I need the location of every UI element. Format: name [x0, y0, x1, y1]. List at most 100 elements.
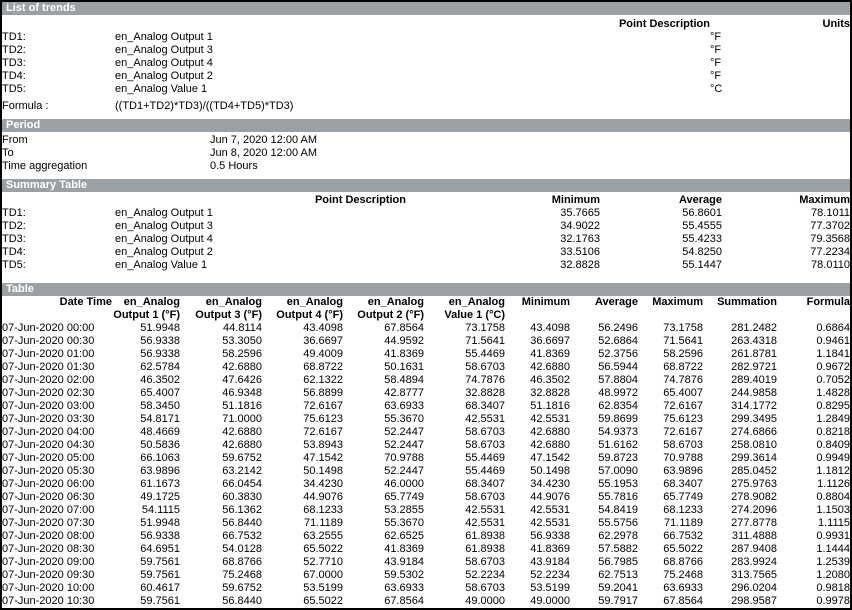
value-cell: 283.9924: [703, 556, 777, 569]
value-cell: 41.8369: [505, 348, 570, 361]
value-cell: 55.3670: [343, 413, 424, 426]
value-cell: 57.5882: [570, 543, 638, 556]
period-label: From: [2, 134, 210, 147]
value-cell: 65.5022: [262, 595, 343, 608]
value-cell: 75.6123: [638, 413, 703, 426]
value-cell: 0.9461: [777, 335, 850, 348]
summary-row: TD4:en_Analog Output 233.510654.825077.2…: [2, 246, 850, 259]
value-cell: 58.6703: [424, 439, 505, 452]
column-header-line2: Output 3 (°F): [180, 309, 262, 322]
value-cell: 68.8766: [180, 556, 262, 569]
value-cell: 314.1772: [703, 400, 777, 413]
data-table-column-header: Formula: [777, 296, 850, 322]
point-description-header: Point Description: [115, 18, 710, 31]
value-cell: 34.4230: [505, 478, 570, 491]
data-table-row: 07-Jun-2020 10:3059.756156.844065.502267…: [2, 595, 850, 608]
value-cell: 36.6697: [262, 335, 343, 348]
value-cell: 0.9931: [777, 530, 850, 543]
summary-average-value: 56.8601: [600, 207, 722, 220]
column-header-line1: Average: [570, 296, 638, 309]
data-table-column-header: Summation: [703, 296, 777, 322]
value-cell: 68.8766: [638, 556, 703, 569]
summary-minimum-value: 32.1763: [406, 233, 600, 246]
period-row: FromJun 7, 2020 12:00 AM: [2, 134, 850, 147]
value-cell: 278.9082: [703, 491, 777, 504]
value-cell: 50.1631: [343, 361, 424, 374]
value-cell: 261.8781: [703, 348, 777, 361]
datetime-cell: 07-Jun-2020 06:00: [2, 478, 112, 491]
value-cell: 1.2849: [777, 413, 850, 426]
value-cell: 289.4019: [703, 374, 777, 387]
datetime-cell: 07-Jun-2020 07:30: [2, 517, 112, 530]
trend-row: TD1:en_Analog Output 1°F: [2, 31, 850, 44]
value-cell: 1.2539: [777, 556, 850, 569]
trend-description: en_Analog Output 4: [115, 57, 710, 70]
value-cell: 54.1115: [112, 504, 180, 517]
value-cell: 66.7532: [638, 530, 703, 543]
value-cell: 56.8440: [180, 517, 262, 530]
formula-value: ((TD1+TD2)*TD3)/((TD4+TD5)*TD3): [115, 100, 850, 113]
value-cell: 66.7532: [180, 530, 262, 543]
value-cell: 63.9896: [112, 465, 180, 478]
column-header-line2: Output 1 (°F): [112, 309, 180, 322]
data-table-row: 07-Jun-2020 02:0046.350247.642662.132258…: [2, 374, 850, 387]
value-cell: 65.7749: [638, 491, 703, 504]
datetime-cell: 07-Jun-2020 04:00: [2, 426, 112, 439]
value-cell: 74.7876: [638, 374, 703, 387]
data-table-column-header: en_AnalogOutput 1 (°F): [112, 296, 180, 322]
value-cell: 56.1362: [180, 504, 262, 517]
trend-id: TD2:: [2, 220, 115, 233]
value-cell: 36.6697: [505, 335, 570, 348]
data-table-column-header: en_AnalogOutput 2 (°F): [343, 296, 424, 322]
minimum-header: Minimum: [406, 194, 600, 207]
section-header-table: Table: [2, 283, 850, 296]
section-header-list-of-trends: List of trends: [2, 2, 850, 15]
value-cell: 71.1189: [262, 517, 343, 530]
value-cell: 43.4098: [262, 322, 343, 335]
data-table-row: 07-Jun-2020 09:3059.756175.246867.000059…: [2, 569, 850, 582]
summary-minimum-value: 33.5106: [406, 246, 600, 259]
value-cell: 56.8899: [262, 387, 343, 400]
value-cell: 62.5784: [112, 361, 180, 374]
data-table-row: 07-Jun-2020 04:0048.466942.688072.616752…: [2, 426, 850, 439]
value-cell: 58.6703: [424, 361, 505, 374]
value-cell: 311.4888: [703, 530, 777, 543]
value-cell: 53.5199: [262, 582, 343, 595]
value-cell: 48.4669: [112, 426, 180, 439]
value-cell: 49.1725: [112, 491, 180, 504]
section-title-table: Table: [6, 283, 34, 295]
value-cell: 0.7052: [777, 374, 850, 387]
trend-units: °F: [710, 31, 850, 44]
value-cell: 55.4469: [424, 465, 505, 478]
value-cell: 1.1115: [777, 517, 850, 530]
formula-label: Formula :: [2, 100, 115, 113]
value-cell: 46.9348: [180, 387, 262, 400]
period-value: Jun 7, 2020 12:00 AM: [210, 134, 850, 147]
trend-report-page: List of trends Point Description Units T…: [0, 0, 852, 610]
summary-minimum-value: 32.8828: [406, 259, 600, 272]
summary-header-row: Point Description Minimum Average Maximu…: [2, 194, 850, 207]
trend-units: °F: [710, 57, 850, 70]
value-cell: 64.6951: [112, 543, 180, 556]
summary-table: Point Description Minimum Average Maximu…: [2, 194, 850, 272]
value-cell: 46.3502: [112, 374, 180, 387]
data-table-row: 07-Jun-2020 06:0061.167366.045434.423046…: [2, 478, 850, 491]
trend-description: en_Analog Value 1: [115, 259, 406, 272]
data-table-row: 07-Jun-2020 00:3056.933853.305036.669744…: [2, 335, 850, 348]
trend-id: TD5:: [2, 83, 115, 96]
value-cell: 56.2496: [570, 322, 638, 335]
value-cell: 43.4098: [505, 322, 570, 335]
value-cell: 44.9592: [343, 335, 424, 348]
trend-row: TD3:en_Analog Output 4°F: [2, 57, 850, 70]
period-value: 0.5 Hours: [210, 160, 850, 173]
data-table-column-header: Average: [570, 296, 638, 322]
trend-description: en_Analog Value 1: [115, 83, 710, 96]
value-cell: 282.9721: [703, 361, 777, 374]
value-cell: 72.6167: [638, 400, 703, 413]
data-table-row: 07-Jun-2020 07:3051.994856.844071.118955…: [2, 517, 850, 530]
value-cell: 53.2855: [343, 504, 424, 517]
value-cell: 74.7876: [424, 374, 505, 387]
value-cell: 55.3670: [343, 517, 424, 530]
value-cell: 298.9587: [703, 595, 777, 608]
value-cell: 52.2447: [343, 465, 424, 478]
